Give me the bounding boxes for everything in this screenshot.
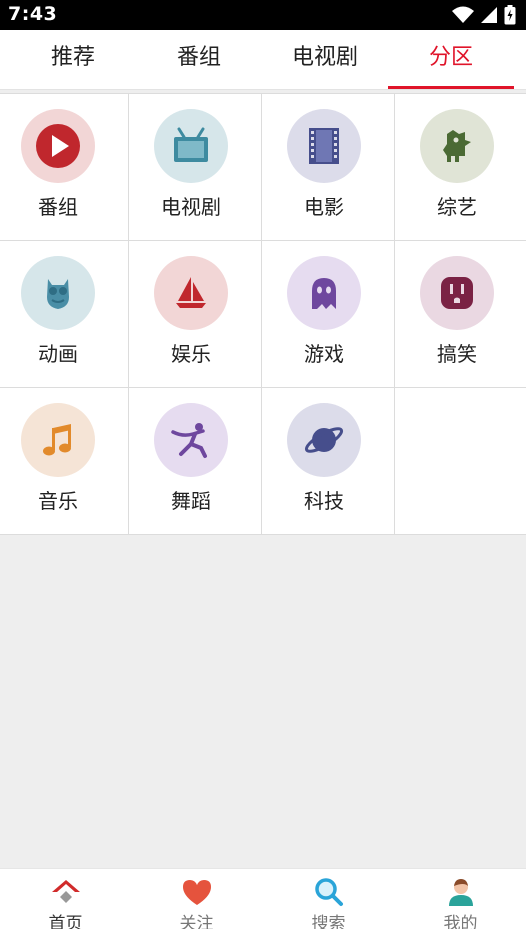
search-icon xyxy=(312,877,346,907)
category-games[interactable]: 游戏 xyxy=(262,241,395,388)
tab-bangumi[interactable]: 番组 xyxy=(136,30,262,88)
top-tab-bar: 推荐 番组 电视剧 分区 xyxy=(0,30,526,90)
category-bangumi[interactable]: 番组 xyxy=(0,94,129,241)
status-icons xyxy=(452,4,516,26)
category-label: 动画 xyxy=(38,342,78,366)
category-icon-bg xyxy=(154,256,228,330)
category-movie[interactable]: 电影 xyxy=(262,94,395,241)
category-label: 电视剧 xyxy=(161,195,221,219)
sailboat-icon xyxy=(176,277,206,308)
category-entertainment[interactable]: 娱乐 xyxy=(129,241,262,388)
category-label: 电影 xyxy=(304,195,344,219)
dancer-icon xyxy=(171,423,207,458)
category-icon-bg xyxy=(154,403,228,477)
battery-icon xyxy=(504,5,516,25)
category-label: 娱乐 xyxy=(171,342,211,366)
planet-icon xyxy=(304,427,344,453)
category-variety[interactable]: 综艺 xyxy=(395,94,526,241)
category-label: 搞笑 xyxy=(437,342,477,366)
nav-profile[interactable]: 我的 xyxy=(395,869,526,929)
category-label: 音乐 xyxy=(38,489,78,513)
category-icon-bg xyxy=(21,256,95,330)
signal-icon xyxy=(481,7,497,23)
status-bar: 7:43 xyxy=(0,0,526,30)
category-icon-bg xyxy=(21,109,95,183)
music-note-icon xyxy=(43,424,71,456)
category-label: 舞蹈 xyxy=(171,489,211,513)
category-funny[interactable]: 搞笑 xyxy=(395,241,526,388)
nav-label: 首页 xyxy=(48,914,83,929)
tv-icon xyxy=(174,127,208,162)
category-icon-bg xyxy=(154,109,228,183)
category-icon-bg xyxy=(420,256,494,330)
category-icon-bg xyxy=(21,403,95,477)
category-label: 综艺 xyxy=(437,195,477,219)
category-technology[interactable]: 科技 xyxy=(262,388,395,535)
nav-search[interactable]: 搜索 xyxy=(263,869,394,929)
category-animation[interactable]: 动画 xyxy=(0,241,129,388)
ghost-icon xyxy=(312,278,336,309)
active-tab-indicator xyxy=(388,86,514,89)
nav-follow[interactable]: 关注 xyxy=(131,869,262,929)
empty-cell xyxy=(395,388,526,535)
nav-home[interactable]: 首页 xyxy=(0,869,131,929)
bottom-nav-bar: 首页 关注 搜索 我的 xyxy=(0,868,526,929)
home-icon xyxy=(49,877,83,907)
outlet-icon xyxy=(441,277,473,309)
category-grid: 番组 电视剧 电影 综艺 动画 娱乐 游戏 搞笑 音乐 舞蹈 科技 xyxy=(0,93,526,535)
category-dance[interactable]: 舞蹈 xyxy=(129,388,262,535)
profile-icon xyxy=(444,877,478,907)
category-icon-bg xyxy=(287,403,361,477)
tab-tv-series[interactable]: 电视剧 xyxy=(262,30,388,88)
category-icon-bg xyxy=(420,109,494,183)
owl-icon xyxy=(47,279,69,309)
category-tv-series[interactable]: 电视剧 xyxy=(129,94,262,241)
film-icon xyxy=(309,128,339,164)
status-time: 7:43 xyxy=(8,3,58,25)
category-label: 科技 xyxy=(304,489,344,513)
wifi-icon xyxy=(452,6,474,23)
category-music[interactable]: 音乐 xyxy=(0,388,129,535)
tab-recommend[interactable]: 推荐 xyxy=(10,30,136,88)
nav-label: 搜索 xyxy=(311,914,346,929)
category-label: 番组 xyxy=(38,195,78,219)
tab-categories[interactable]: 分区 xyxy=(388,30,514,88)
category-label: 游戏 xyxy=(304,342,344,366)
monster-icon xyxy=(443,130,471,162)
play-icon xyxy=(36,124,80,168)
category-icon-bg xyxy=(287,256,361,330)
heart-icon xyxy=(180,877,214,907)
nav-label: 关注 xyxy=(179,914,214,929)
category-icon-bg xyxy=(287,109,361,183)
nav-label: 我的 xyxy=(443,914,478,929)
